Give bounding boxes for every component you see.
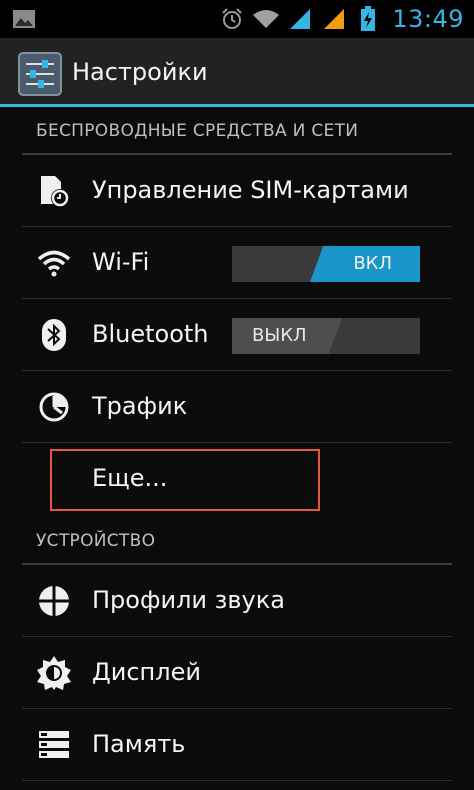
sim-card-icon: [36, 173, 72, 209]
wifi-icon: [36, 245, 72, 281]
alarm-icon: [218, 6, 246, 32]
display-brightness-icon: [36, 655, 72, 691]
settings-item-display[interactable]: Дисплей: [0, 637, 474, 709]
settings-item-bluetooth[interactable]: Bluetooth ВЫКЛ: [0, 299, 474, 371]
item-label: Память: [92, 730, 186, 758]
settings-item-wifi[interactable]: Wi-Fi ВКЛ: [0, 227, 474, 299]
battery-icon: [354, 6, 382, 32]
wifi-toggle-label: ВКЛ: [353, 253, 392, 274]
bluetooth-toggle-label: ВЫКЛ: [252, 325, 307, 346]
highlight-box-more: [50, 449, 320, 511]
item-label: Дисплей: [92, 658, 201, 686]
sound-profile-icon: [36, 583, 72, 619]
item-label: Wi-Fi: [92, 248, 150, 276]
wifi-signal-icon: [252, 6, 280, 32]
item-label: Управление SIM-картами: [92, 176, 409, 204]
settings-item-sound-profiles[interactable]: Профили звука: [0, 565, 474, 637]
section-header-label: УСТРОЙСТВО: [36, 531, 156, 551]
item-label: Bluetooth: [92, 320, 209, 348]
wifi-toggle[interactable]: ВКЛ: [232, 246, 420, 282]
item-label: Профили звука: [92, 586, 285, 614]
section-header-wireless: БЕСПРОВОДНЫЕ СРЕДСТВА И СЕТИ: [0, 107, 474, 155]
page-title: Настройки: [72, 58, 208, 86]
bluetooth-icon: [36, 317, 72, 353]
image-icon: [12, 8, 36, 30]
storage-icon: [36, 727, 72, 763]
settings-sliders-icon[interactable]: [18, 52, 62, 96]
status-time: 13:49: [392, 5, 464, 33]
section-header-device: УСТРОЙСТВО: [0, 517, 474, 565]
item-label: Трафик: [92, 392, 188, 420]
cell-signal-orange-icon: [320, 6, 348, 32]
settings-item-storage[interactable]: Память: [0, 709, 474, 781]
settings-item-sim-management[interactable]: Управление SIM-картами: [0, 155, 474, 227]
bluetooth-toggle[interactable]: ВЫКЛ: [232, 318, 420, 354]
settings-item-data-usage[interactable]: Трафик: [0, 371, 474, 443]
action-bar: Настройки: [0, 38, 474, 107]
section-header-label: БЕСПРОВОДНЫЕ СРЕДСТВА И СЕТИ: [36, 121, 359, 141]
cell-signal-blue-icon: [286, 6, 314, 32]
data-usage-icon: [36, 389, 72, 425]
status-bar: 13:49: [0, 0, 474, 38]
